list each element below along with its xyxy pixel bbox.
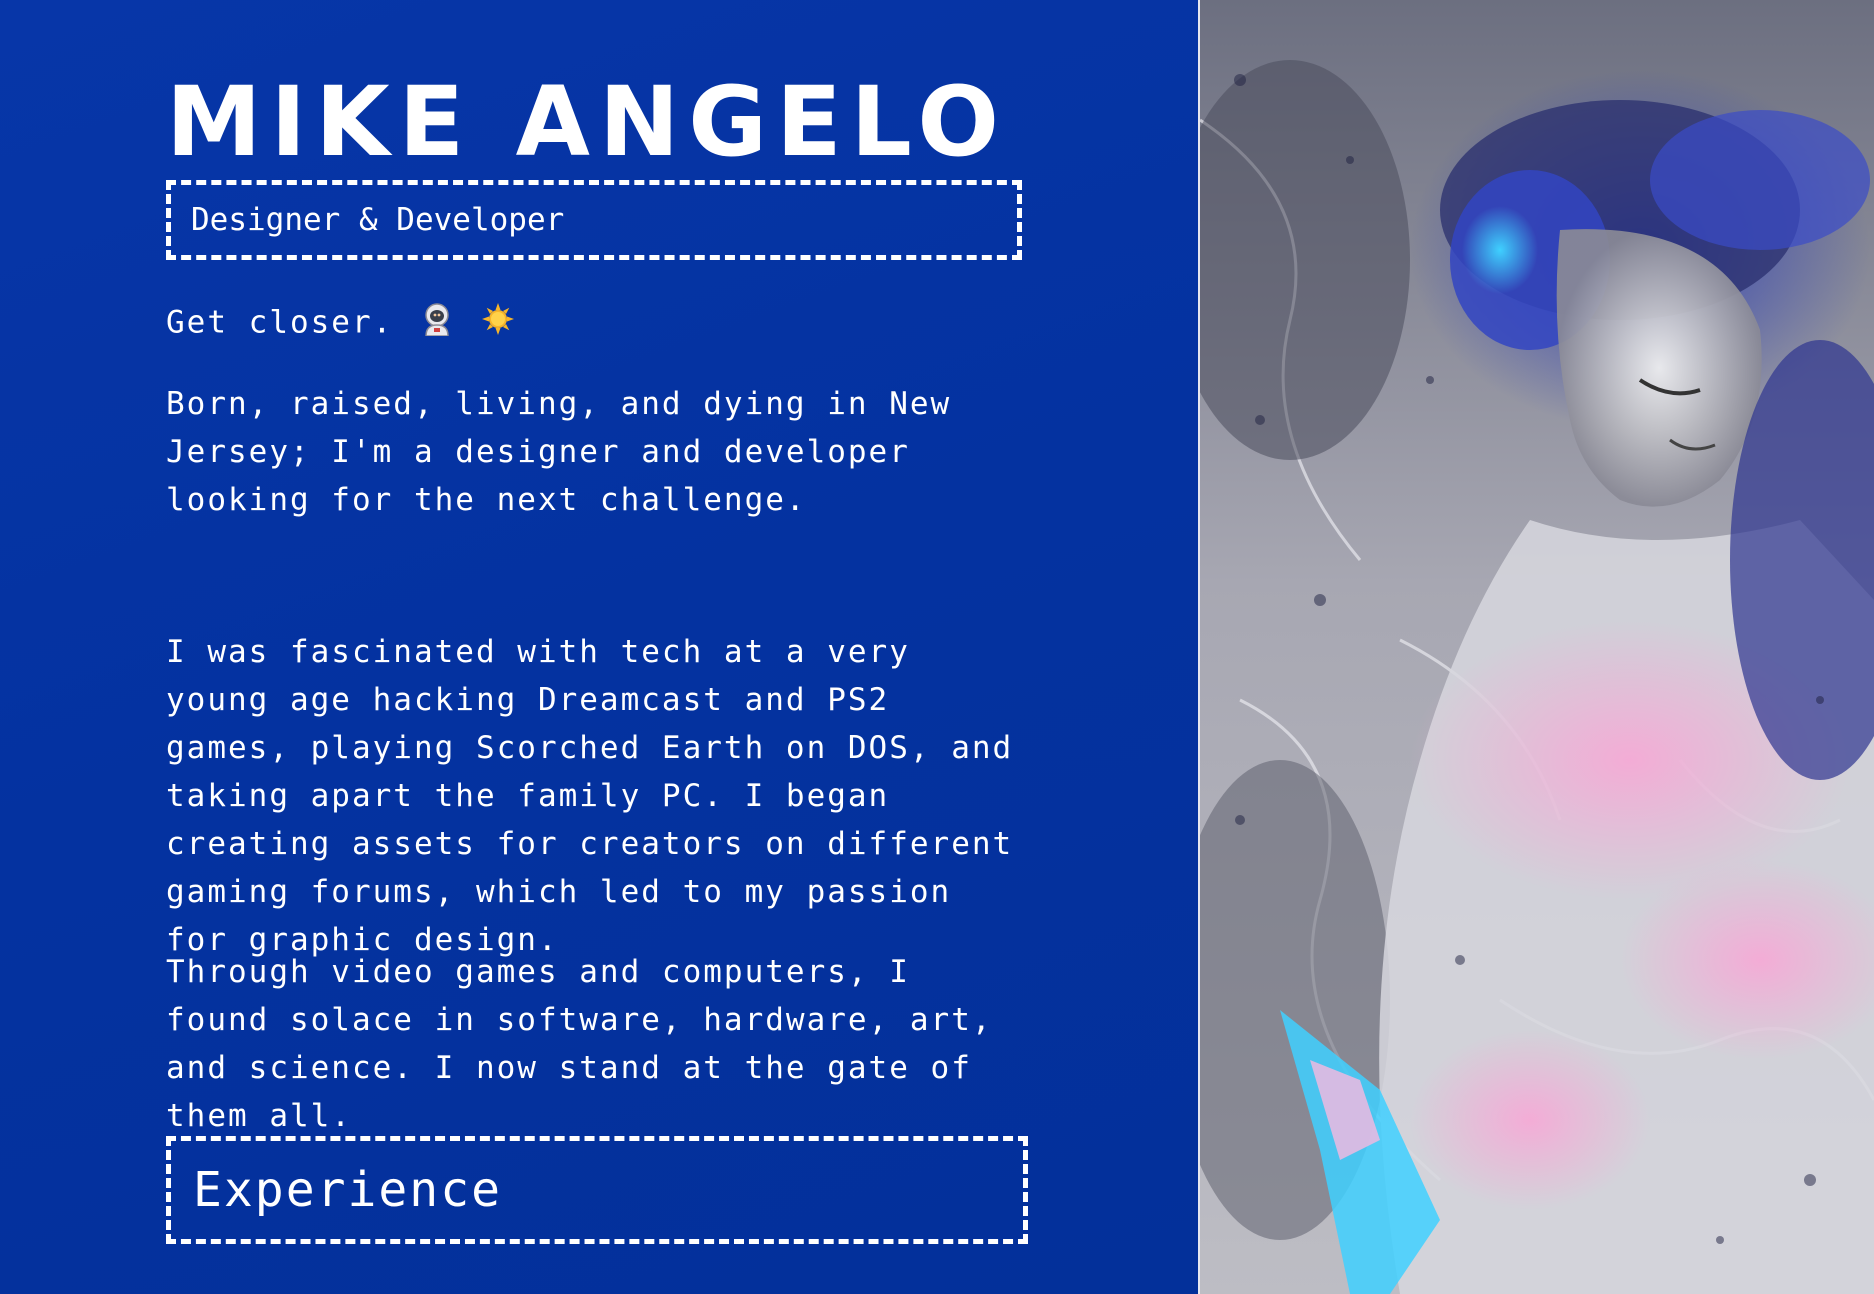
hero-artwork (1200, 0, 1874, 1294)
intro-panel: MIKE ANGELO Designer & Developer Get clo… (0, 0, 1200, 1294)
experience-section-header[interactable]: Experience (166, 1136, 1028, 1244)
role-badge: Designer & Developer (166, 180, 1022, 260)
statue-artwork-image (1200, 0, 1874, 1294)
about-paragraph: Born, raised, living, and dying in New J… (166, 386, 952, 518)
tagline: Get closer. (166, 302, 515, 346)
sun-icon (481, 302, 515, 346)
intro-content: MIKE ANGELO Designer & Developer Get clo… (166, 66, 1028, 1244)
about-paragraph: Through video games and computers, I fou… (166, 954, 993, 1134)
about-paragraph: I was fascinated with tech at a very you… (166, 634, 1014, 958)
astronaut-icon (420, 302, 454, 346)
experience-heading: Experience (193, 1162, 502, 1218)
tagline-text: Get closer. (166, 304, 394, 341)
role-label: Designer & Developer (191, 202, 565, 238)
page-title: MIKE ANGELO (166, 66, 1009, 178)
